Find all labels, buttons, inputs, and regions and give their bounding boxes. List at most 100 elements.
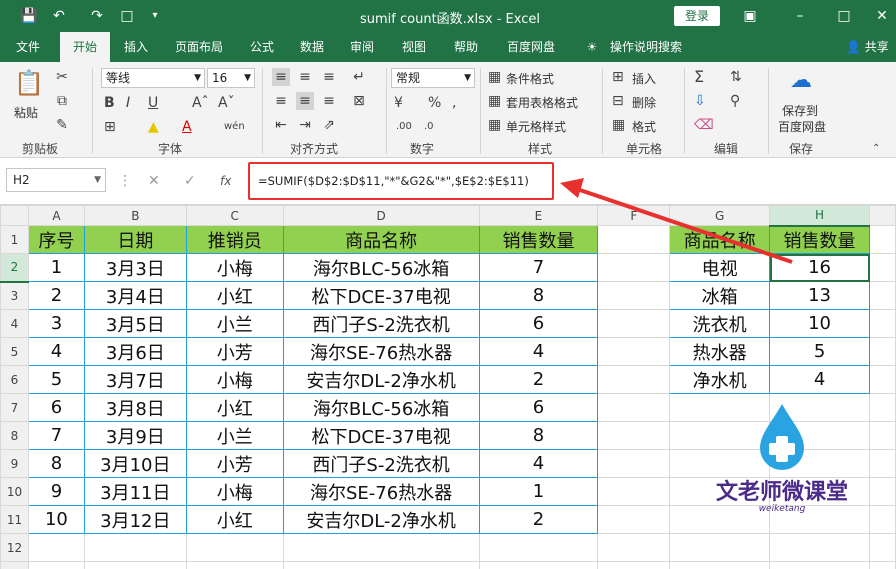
- borders-icon[interactable]: ⊞: [104, 118, 116, 136]
- cell[interactable]: 2: [27, 281, 85, 310]
- number-format-select[interactable]: 常规 ▼: [391, 68, 475, 88]
- cell[interactable]: [869, 561, 896, 569]
- undo-icon[interactable]: ↶: [50, 7, 68, 25]
- cell[interactable]: 7: [27, 421, 85, 450]
- enter-icon[interactable]: ✓: [184, 172, 196, 190]
- tab-file[interactable]: 文件: [6, 32, 50, 62]
- cell[interactable]: 3月12日: [83, 505, 187, 534]
- cell[interactable]: 3月5日: [83, 309, 187, 338]
- row-header[interactable]: 3: [0, 281, 29, 310]
- cell[interactable]: [597, 393, 671, 422]
- cell[interactable]: 7: [478, 253, 599, 282]
- format-as-table-button[interactable]: 套用表格格式: [506, 94, 578, 111]
- cell[interactable]: 4: [27, 337, 85, 366]
- maximize-icon[interactable]: □: [834, 6, 854, 26]
- row-header[interactable]: 6: [0, 365, 29, 394]
- cell[interactable]: 6: [478, 393, 599, 422]
- row-header[interactable]: 10: [0, 477, 29, 506]
- cell[interactable]: [869, 533, 896, 562]
- cell[interactable]: [478, 561, 599, 569]
- font-name-select[interactable]: 等线 ▼: [101, 68, 205, 88]
- cell[interactable]: [669, 561, 771, 569]
- collapse-ribbon-icon[interactable]: ⌃: [872, 140, 880, 158]
- share-button[interactable]: 👤 共享: [846, 32, 889, 62]
- cell[interactable]: [869, 421, 896, 450]
- align-left-icon[interactable]: ≡: [272, 92, 290, 110]
- cell[interactable]: [597, 281, 671, 310]
- cell[interactable]: 13: [769, 281, 870, 310]
- header-cell[interactable]: 商品名称: [669, 225, 771, 254]
- cloud-icon[interactable]: ☁: [786, 68, 816, 94]
- cell[interactable]: [478, 533, 599, 562]
- cell[interactable]: [83, 561, 187, 569]
- cell[interactable]: 3月3日: [83, 253, 187, 282]
- select-all-corner[interactable]: [0, 205, 29, 226]
- cell[interactable]: [282, 533, 480, 562]
- header-cell[interactable]: 销售数量: [478, 225, 599, 254]
- cell[interactable]: 小兰: [185, 421, 284, 450]
- column-header[interactable]: D: [282, 205, 480, 226]
- header-cell[interactable]: 销售数量: [769, 225, 870, 254]
- cancel-icon[interactable]: ✕: [148, 172, 160, 190]
- login-button[interactable]: 登录: [674, 6, 720, 26]
- tab-view[interactable]: 视图: [392, 32, 436, 62]
- cell[interactable]: 热水器: [669, 337, 771, 366]
- increase-decimal-icon[interactable]: .00: [396, 118, 412, 136]
- cell[interactable]: [869, 281, 896, 310]
- clear-icon[interactable]: ⌫: [694, 116, 714, 134]
- cell[interactable]: 8: [478, 421, 599, 450]
- cell[interactable]: 净水机: [669, 365, 771, 394]
- fill-color-icon[interactable]: ▲: [148, 118, 159, 136]
- cell[interactable]: [597, 449, 671, 478]
- column-header[interactable]: F: [597, 205, 671, 226]
- fill-icon[interactable]: ⇩: [694, 92, 706, 110]
- cell[interactable]: 小芳: [185, 449, 284, 478]
- cell[interactable]: [597, 533, 671, 562]
- phonetic-icon[interactable]: wén: [224, 118, 245, 136]
- row-header[interactable]: 1: [0, 225, 29, 254]
- sort-filter-icon[interactable]: ⇅: [730, 68, 742, 86]
- copy-icon[interactable]: ⧉: [54, 92, 70, 110]
- column-header[interactable]: G: [669, 205, 771, 226]
- cell[interactable]: 海尔SE-76热水器: [282, 477, 480, 506]
- save-icon[interactable]: 💾: [20, 7, 38, 25]
- cell[interactable]: 4: [769, 365, 870, 394]
- new-file-icon[interactable]: □: [118, 7, 136, 25]
- paste-label[interactable]: 粘贴: [14, 104, 38, 121]
- row-header[interactable]: 2: [0, 253, 29, 283]
- cut-icon[interactable]: ✂: [54, 68, 70, 86]
- tab-help[interactable]: 帮助: [444, 32, 488, 62]
- decrease-font-icon[interactable]: Aˇ: [218, 94, 235, 112]
- cell[interactable]: 1: [27, 253, 85, 282]
- tab-review[interactable]: 审阅: [340, 32, 384, 62]
- cell[interactable]: 洗衣机: [669, 309, 771, 338]
- italic-icon[interactable]: I: [126, 94, 130, 112]
- cell[interactable]: 小梅: [185, 365, 284, 394]
- cell-styles-button[interactable]: 单元格样式: [506, 118, 566, 135]
- conditional-format-button[interactable]: 条件格式: [506, 70, 554, 87]
- cell[interactable]: 8: [478, 281, 599, 310]
- cell[interactable]: 小红: [185, 505, 284, 534]
- cell[interactable]: 西门子S-2洗衣机: [282, 449, 480, 478]
- align-center-icon[interactable]: ≡: [296, 92, 314, 110]
- cell[interactable]: 3月8日: [83, 393, 187, 422]
- column-header[interactable]: C: [185, 205, 284, 226]
- cell[interactable]: 小红: [185, 393, 284, 422]
- align-right-icon[interactable]: ≡: [320, 92, 338, 110]
- cell[interactable]: [769, 561, 870, 569]
- cell[interactable]: 3月7日: [83, 365, 187, 394]
- insert-function-button[interactable]: fx: [220, 174, 231, 188]
- align-top-icon[interactable]: ≡: [272, 68, 290, 86]
- cell[interactable]: [597, 365, 671, 394]
- row-header[interactable]: 11: [0, 505, 29, 534]
- bold-icon[interactable]: B: [104, 94, 115, 112]
- cell[interactable]: 6: [27, 393, 85, 422]
- row-header[interactable]: 4: [0, 309, 29, 338]
- cell[interactable]: 小芳: [185, 337, 284, 366]
- row-header[interactable]: 5: [0, 337, 29, 366]
- tab-insert[interactable]: 插入: [114, 32, 158, 62]
- cell[interactable]: [597, 477, 671, 506]
- find-select-icon[interactable]: ⚲: [730, 92, 740, 110]
- cell[interactable]: 5: [27, 365, 85, 394]
- row-header[interactable]: 9: [0, 449, 29, 478]
